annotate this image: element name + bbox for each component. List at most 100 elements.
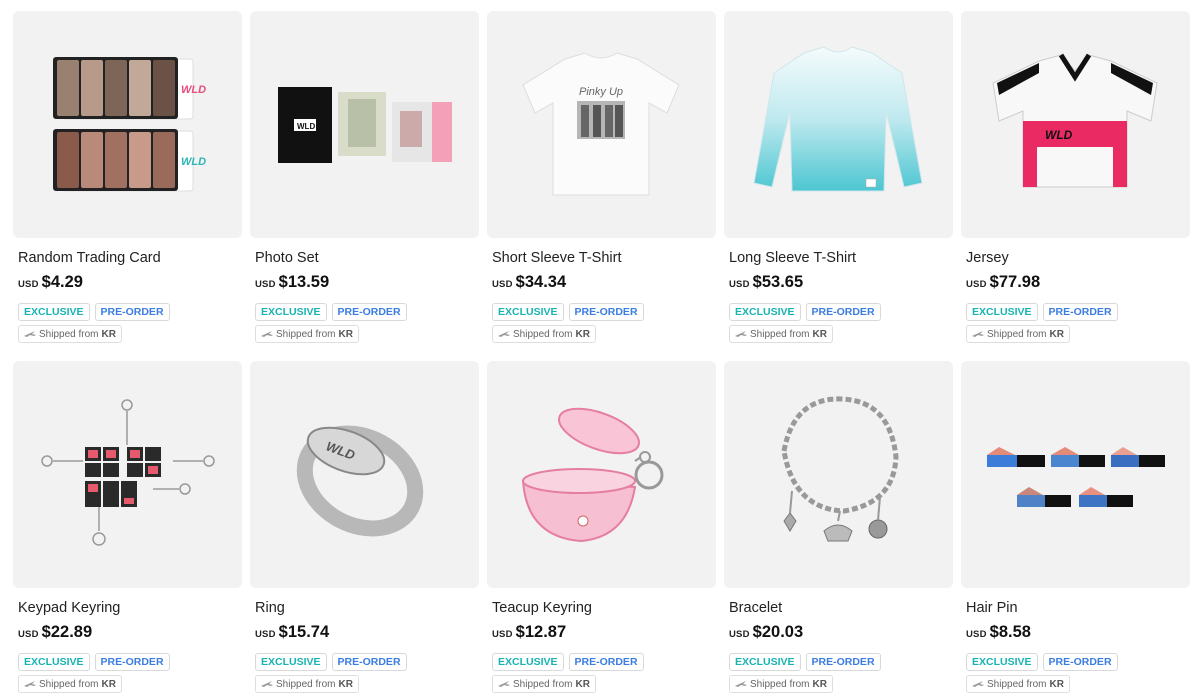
product-card[interactable]: WLD Photo Set USD $13.59 EXCLUSIVE PRE-ORD… xyxy=(250,11,479,343)
shipping-text: Shipped from xyxy=(987,678,1047,690)
price-amount: $8.58 xyxy=(989,623,1031,641)
preorder-badge: PRE-ORDER xyxy=(94,653,170,671)
product-card[interactable]: WLD Jersey USD $77.98 EXCLUSIVE PRE-ORDER … xyxy=(961,11,1190,343)
badge-row: EXCLUSIVE PRE-ORDER xyxy=(250,653,479,671)
shipping-text: Shipped from xyxy=(39,328,99,340)
shipping-badge: Shipped from KR xyxy=(492,325,596,343)
preorder-badge: PRE-ORDER xyxy=(331,653,407,671)
shipping-badge: Shipped from KR xyxy=(18,325,122,343)
product-image[interactable] xyxy=(961,361,1190,588)
shipping-text: Shipped from xyxy=(750,328,810,340)
shipping-text: Shipped from xyxy=(513,328,573,340)
preorder-badge: PRE-ORDER xyxy=(94,303,170,321)
plane-icon xyxy=(735,681,747,687)
currency-label: USD xyxy=(966,279,987,290)
product-price: USD $13.59 xyxy=(250,273,479,293)
product-image[interactable]: WLD xyxy=(250,11,479,238)
shipping-country: KR xyxy=(575,678,590,690)
product-card[interactable]: WLD Ring USD $15.74 EXCLUSIVE PRE-ORDER Sh… xyxy=(250,361,479,693)
exclusive-badge: EXCLUSIVE xyxy=(255,303,327,321)
shipping-text: Shipped from xyxy=(39,678,99,690)
badge-row: EXCLUSIVE PRE-ORDER xyxy=(13,653,242,671)
plane-icon xyxy=(24,681,36,687)
product-image[interactable]: WLD xyxy=(961,11,1190,238)
product-image[interactable]: WLD WLD xyxy=(13,11,242,238)
product-name[interactable]: Random Trading Card xyxy=(13,249,242,267)
product-card[interactable]: Bracelet USD $20.03 EXCLUSIVE PRE-ORDER Sh… xyxy=(724,361,953,693)
exclusive-badge: EXCLUSIVE xyxy=(966,653,1038,671)
product-price: USD $34.34 xyxy=(487,273,716,293)
price-amount: $12.87 xyxy=(515,623,567,641)
plane-icon xyxy=(972,681,984,687)
product-image[interactable] xyxy=(724,11,953,238)
price-amount: $20.03 xyxy=(752,623,804,641)
product-name[interactable]: Hair Pin xyxy=(961,599,1190,617)
product-image[interactable] xyxy=(487,361,716,588)
teacup-keyring-image xyxy=(521,407,664,543)
product-name[interactable]: Photo Set xyxy=(250,249,479,267)
product-name[interactable]: Teacup Keyring xyxy=(487,599,716,617)
shipping-badge: Shipped from KR xyxy=(966,325,1070,343)
exclusive-badge: EXCLUSIVE xyxy=(966,303,1038,321)
product-card[interactable]: Pinky Up Short Sleeve T-Shirt USD $34.34 … xyxy=(487,11,716,343)
product-card[interactable]: Hair Pin USD $8.58 EXCLUSIVE PRE-ORDER Shi… xyxy=(961,361,1190,693)
plane-icon xyxy=(24,331,36,337)
ring-image: WLD xyxy=(296,425,424,537)
shipping-badge: Shipped from KR xyxy=(18,675,122,693)
plane-icon xyxy=(735,331,747,337)
badge-row: EXCLUSIVE PRE-ORDER xyxy=(961,303,1190,321)
product-card[interactable]: WLD WLD Random Trading Card USD $4.29 EXC… xyxy=(13,11,242,343)
preorder-badge: PRE-ORDER xyxy=(1042,303,1118,321)
product-price: USD $4.29 xyxy=(13,273,242,293)
product-name[interactable]: Keypad Keyring xyxy=(13,599,242,617)
price-amount: $34.34 xyxy=(515,273,567,291)
product-price: USD $15.74 xyxy=(250,623,479,643)
shipping-country: KR xyxy=(812,678,827,690)
currency-label: USD xyxy=(18,279,39,290)
svg-text:WLD: WLD xyxy=(181,156,206,168)
currency-label: USD xyxy=(255,629,276,640)
product-name[interactable]: Jersey xyxy=(961,249,1190,267)
shipping-badge: Shipped from KR xyxy=(729,325,833,343)
shipping-badge: Shipped from KR xyxy=(729,675,833,693)
currency-label: USD xyxy=(255,279,276,290)
shipping-country: KR xyxy=(338,328,353,340)
product-name[interactable]: Bracelet xyxy=(724,599,953,617)
shipping-text: Shipped from xyxy=(750,678,810,690)
shipping-country: KR xyxy=(575,328,590,340)
product-image[interactable]: Pinky Up xyxy=(487,11,716,238)
shipping-badge: Shipped from KR xyxy=(255,325,359,343)
exclusive-badge: EXCLUSIVE xyxy=(492,303,564,321)
svg-text:WLD: WLD xyxy=(297,122,315,131)
currency-label: USD xyxy=(18,629,39,640)
exclusive-badge: EXCLUSIVE xyxy=(492,653,564,671)
exclusive-badge: EXCLUSIVE xyxy=(729,653,801,671)
long-sleeve-tshirt-image xyxy=(753,46,923,192)
product-card[interactable]: Keypad Keyring USD $22.89 EXCLUSIVE PRE-OR… xyxy=(13,361,242,693)
price-amount: $13.59 xyxy=(278,273,330,291)
svg-text:WLD: WLD xyxy=(1045,128,1073,142)
shipping-text: Shipped from xyxy=(513,678,573,690)
product-image[interactable]: WLD xyxy=(250,361,479,588)
short-sleeve-tshirt-image: Pinky Up xyxy=(522,52,680,196)
currency-label: USD xyxy=(492,279,513,290)
product-price: USD $8.58 xyxy=(961,623,1190,643)
product-name[interactable]: Long Sleeve T-Shirt xyxy=(724,249,953,267)
product-name[interactable]: Ring xyxy=(250,599,479,617)
exclusive-badge: EXCLUSIVE xyxy=(729,303,801,321)
currency-label: USD xyxy=(966,629,987,640)
shipping-country: KR xyxy=(101,678,116,690)
product-image[interactable] xyxy=(724,361,953,588)
product-name[interactable]: Short Sleeve T-Shirt xyxy=(487,249,716,267)
price-amount: $15.74 xyxy=(278,623,330,641)
plane-icon xyxy=(261,331,273,337)
shipping-country: KR xyxy=(1049,328,1064,340)
preorder-badge: PRE-ORDER xyxy=(568,303,644,321)
preorder-badge: PRE-ORDER xyxy=(1042,653,1118,671)
product-image[interactable] xyxy=(13,361,242,588)
badge-row: EXCLUSIVE PRE-ORDER xyxy=(487,303,716,321)
shipping-country: KR xyxy=(101,328,116,340)
product-card[interactable]: Teacup Keyring USD $12.87 EXCLUSIVE PRE-OR… xyxy=(487,361,716,693)
product-card[interactable]: Long Sleeve T-Shirt USD $53.65 EXCLUSIVE P… xyxy=(724,11,953,343)
shipping-text: Shipped from xyxy=(276,678,336,690)
